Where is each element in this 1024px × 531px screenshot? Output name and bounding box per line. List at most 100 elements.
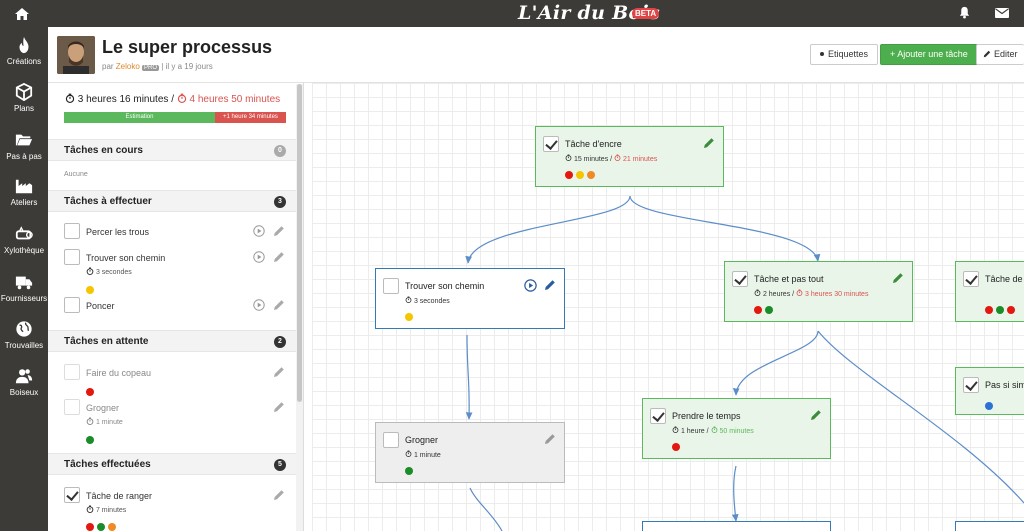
task-name[interactable]: Trouver son chemin	[86, 253, 165, 263]
node-time-value: 1 heure	[680, 428, 705, 435]
add-task-button[interactable]: + Ajouter une tâche	[880, 44, 978, 65]
section-in-progress[interactable]: Tâches en cours 0	[48, 139, 296, 161]
stopwatch-icon	[177, 93, 186, 104]
task-checkbox[interactable]	[650, 408, 666, 424]
node-time-value: 15 minutes	[573, 156, 609, 163]
play-icon[interactable]	[253, 251, 265, 263]
edit-button[interactable]: Editer	[976, 44, 1024, 65]
task-time-value: 7 minutes	[95, 507, 127, 514]
task-node-tache-de[interactable]: Tâche de	[955, 261, 1024, 322]
edge-pastout-next	[817, 330, 1024, 504]
section-label: Tâches effectuées	[64, 459, 151, 470]
task-labels	[86, 518, 119, 531]
task-checkbox[interactable]	[64, 223, 80, 239]
section-label: Tâches en attente	[64, 336, 149, 347]
nav-item-boiseux[interactable]: Boiseux	[0, 367, 48, 397]
nav-label: Fournisseurs	[0, 294, 48, 303]
nav-item-trouvailles[interactable]: Trouvailles	[0, 320, 48, 350]
task-name[interactable]: Grogner	[86, 403, 119, 413]
nav-item-pas-a-pas[interactable]: Pas à pas	[0, 131, 48, 161]
node-estimate: 21 minutes	[614, 154, 657, 163]
section-done[interactable]: Tâches effectuées 5	[48, 453, 296, 475]
pro-badge: PRO	[142, 65, 160, 71]
task-checkbox[interactable]	[64, 297, 80, 313]
nav-label: Plans	[13, 104, 34, 113]
task-checkbox[interactable]	[732, 271, 748, 287]
pencil-icon[interactable]	[892, 272, 904, 284]
task-checkbox	[64, 364, 80, 380]
pencil-icon[interactable]	[544, 433, 556, 445]
task-name[interactable]: Percer les trous	[86, 227, 149, 237]
top-bar: L'Air du Bois BETA	[0, 0, 1024, 27]
sidebar-scroll-thumb[interactable]	[297, 84, 302, 402]
byline-by: par	[102, 62, 114, 71]
nav-item-xylotheque[interactable]: Xylothèque	[0, 225, 48, 255]
section-waiting[interactable]: Tâches en attente 2	[48, 330, 296, 352]
label-dot	[754, 306, 762, 314]
pencil-icon[interactable]	[273, 401, 285, 413]
task-node-pas-si-simple[interactable]: Pas si sim	[955, 367, 1024, 415]
node-title: Trouver son chemin	[405, 281, 485, 291]
bell-icon[interactable]	[958, 6, 971, 19]
node-labels	[565, 166, 598, 184]
node-estimate: 3 heures 30 minutes	[796, 289, 869, 298]
task-name[interactable]: Tâche de ranger	[86, 491, 152, 501]
task-checkbox[interactable]	[64, 249, 80, 265]
log-icon	[15, 226, 33, 240]
task-node-tache-encre[interactable]: Tâche d'encre 15 minutes / 21 minutes	[535, 126, 724, 187]
estimation-bar: Estimation	[64, 112, 215, 123]
play-icon[interactable]	[253, 299, 265, 311]
nav-item-plans[interactable]: Plans	[0, 83, 48, 113]
task-checkbox[interactable]	[383, 278, 399, 294]
task-labels	[86, 431, 97, 444]
task-name[interactable]: Poncer	[86, 301, 115, 311]
pencil-icon[interactable]	[810, 409, 822, 421]
node-time-value: 1 minute	[413, 452, 441, 459]
task-node-tache-pas-tout[interactable]: Tâche et pas tout 2 heures / 3 heures 30…	[724, 261, 913, 322]
stopwatch-icon	[711, 426, 717, 434]
pencil-icon[interactable]	[273, 489, 285, 501]
label-dot	[405, 467, 413, 475]
nav-item-fournisseurs[interactable]: Fournisseurs	[0, 273, 48, 303]
task-node-next-2[interactable]	[955, 521, 1024, 531]
edge-encre-pastout	[629, 195, 821, 262]
nav-item-ateliers[interactable]: Ateliers	[0, 177, 48, 207]
process-graph[interactable]: Tâche d'encre 15 minutes / 21 minutes Tr…	[312, 83, 1024, 531]
task-name[interactable]: Faire du copeau	[86, 368, 151, 378]
task-node-grogner[interactable]: Grogner 1 minute	[375, 422, 565, 483]
stopwatch-icon	[405, 450, 412, 458]
task-checkbox[interactable]	[963, 377, 979, 393]
task-checkbox[interactable]	[64, 487, 80, 503]
pencil-icon[interactable]	[273, 299, 285, 311]
pencil-icon[interactable]	[273, 251, 285, 263]
edge-pastout-temps	[732, 330, 819, 396]
task-checkbox[interactable]	[543, 136, 559, 152]
play-icon[interactable]	[253, 225, 265, 237]
mail-icon[interactable]	[995, 8, 1009, 18]
node-title: Grogner	[405, 435, 439, 445]
play-icon[interactable]	[524, 279, 537, 292]
task-time: 3 secondes	[86, 267, 132, 276]
node-estimate-value: 3 heures 30 minutes	[805, 291, 869, 298]
node-time-separator: /	[706, 428, 709, 435]
avatar[interactable]	[57, 36, 95, 74]
home-icon[interactable]	[14, 6, 30, 22]
pencil-icon[interactable]	[273, 225, 285, 237]
section-count: 5	[274, 459, 286, 471]
task-node-prendre-temps[interactable]: Prendre le temps 1 heure / 50 minutes	[642, 398, 831, 459]
labels-button[interactable]: Etiquettes	[810, 44, 879, 65]
nav-item-creations[interactable]: Créations	[0, 36, 48, 66]
author-link[interactable]: Zeloko	[116, 62, 140, 71]
label-dot	[587, 171, 595, 179]
section-todo[interactable]: Tâches à effectuer 3	[48, 190, 296, 212]
section-count: 0	[274, 145, 286, 157]
byline: par Zeloko PRO | il y a 19 jours	[102, 62, 213, 71]
task-node-next-1[interactable]	[642, 521, 831, 531]
task-checkbox[interactable]	[963, 271, 979, 287]
pencil-icon[interactable]	[703, 137, 715, 149]
overtime-bar: +1 heure 34 minutes	[214, 112, 286, 123]
task-node-trouver-chemin[interactable]: Trouver son chemin 3 secondes	[375, 268, 565, 329]
pencil-icon[interactable]	[544, 279, 556, 291]
stopwatch-icon	[86, 417, 94, 426]
pencil-icon[interactable]	[273, 366, 285, 378]
